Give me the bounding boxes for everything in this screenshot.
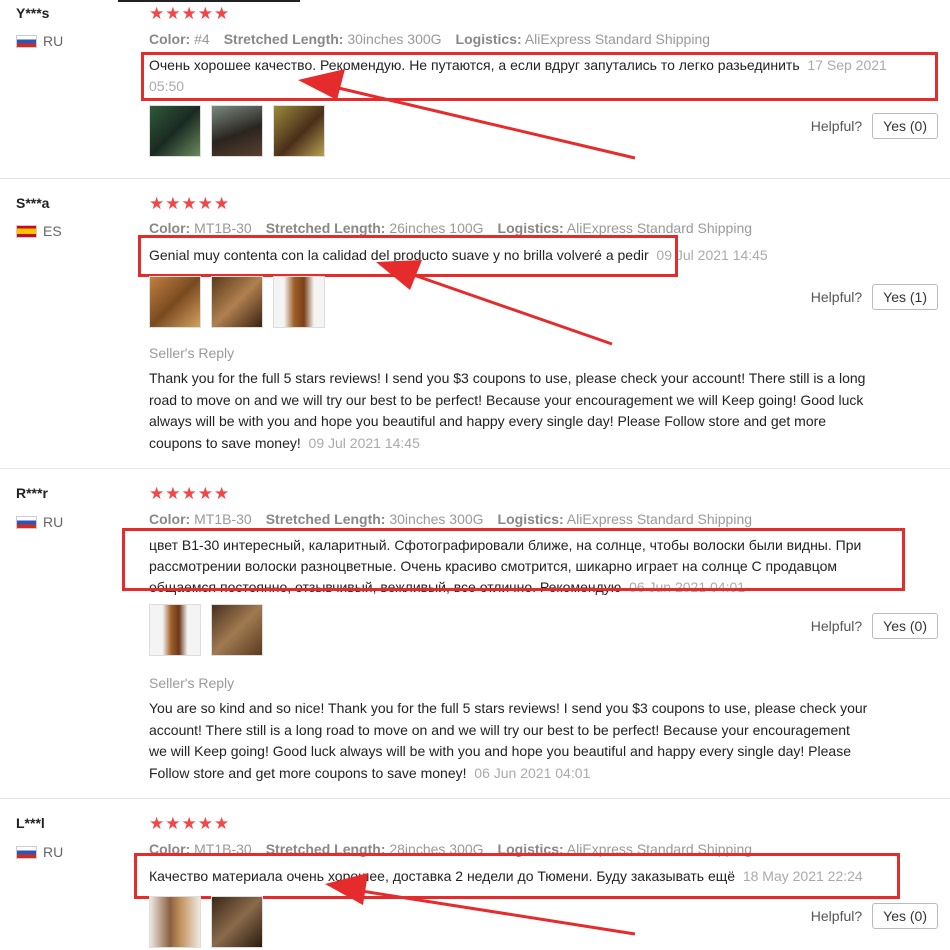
helpful-section: Helpful? Yes (0) [811, 903, 938, 929]
review-photo-thumbnail[interactable] [211, 604, 263, 656]
annotation-arrows [298, 69, 636, 936]
review-divider [0, 468, 950, 469]
review-photo-thumbnail[interactable] [211, 896, 263, 948]
reviewer-name: R***r [16, 485, 48, 501]
helpful-section: Helpful? Yes (0) [811, 113, 938, 139]
reviewer-name: S***a [16, 195, 50, 211]
helpful-section: Helpful? Yes (1) [811, 284, 938, 310]
review-photo-thumbnail[interactable] [273, 105, 325, 157]
review-photo-thumbnail[interactable] [211, 276, 263, 328]
review-photo-thumbnail[interactable] [149, 604, 201, 656]
helpful-yes-button[interactable]: Yes (0) [872, 113, 938, 139]
review-attributes: Color: #4 Stretched Length: 30inches 300G… [149, 31, 710, 47]
reviewer-country: RU [16, 33, 63, 49]
star-rating: ★★★★★ [149, 484, 231, 503]
seller-reply-text: Thank you for the full 5 stars reviews! … [149, 368, 869, 454]
photo-gallery [149, 604, 263, 656]
review-photo-thumbnail[interactable] [273, 276, 325, 328]
russia-flag-icon [16, 845, 37, 859]
star-rating: ★★★★★ [149, 4, 231, 23]
spain-flag-icon [16, 224, 37, 238]
highlight-box [141, 52, 938, 101]
review-divider [0, 178, 950, 179]
length-label: Stretched Length: [265, 511, 386, 527]
review-photo-thumbnail[interactable] [149, 276, 201, 328]
photo-gallery [149, 276, 325, 328]
review-photo-thumbnail[interactable] [149, 105, 201, 157]
reviewer-name: L***l [16, 815, 45, 831]
seller-reply-text: You are so kind and so nice! Thank you f… [149, 698, 869, 784]
length-label: Stretched Length: [223, 31, 344, 47]
color-value: #4 [194, 31, 210, 47]
country-code: RU [43, 33, 64, 49]
seller-reply-body: Thank you for the full 5 stars reviews! … [149, 370, 866, 451]
reviewer-country: ES [16, 223, 62, 239]
length-value: 30inches 300G [347, 31, 442, 47]
highlight-box [134, 853, 900, 899]
color-label: Color: [149, 220, 191, 236]
russia-flag-icon [16, 34, 37, 48]
color-value: MT1B-30 [194, 220, 252, 236]
length-value: 30inches 300G [389, 511, 484, 527]
star-rating: ★★★★★ [149, 814, 231, 833]
helpful-label: Helpful? [810, 908, 863, 924]
logistics-value: AliExpress Standard Shipping [524, 31, 711, 47]
seller-reply-title: Seller's Reply [149, 675, 235, 691]
length-label: Stretched Length: [265, 220, 386, 236]
logistics-value: AliExpress Standard Shipping [566, 220, 753, 236]
color-label: Color: [149, 511, 191, 527]
country-code: RU [43, 844, 64, 860]
length-value: 26inches 100G [389, 220, 484, 236]
helpful-label: Helpful? [810, 118, 863, 134]
review-photo-thumbnail[interactable] [211, 105, 263, 157]
seller-reply-title: Seller's Reply [149, 345, 235, 361]
seller-reply-date: 09 Jul 2021 14:45 [308, 434, 420, 451]
photo-gallery [149, 896, 263, 948]
country-code: RU [43, 514, 64, 530]
reviewer-country: RU [16, 844, 63, 860]
active-tab-indicator [118, 0, 300, 2]
photo-gallery [149, 105, 325, 157]
seller-reply-date: 06 Jun 2021 04:01 [474, 764, 591, 781]
helpful-yes-button[interactable]: Yes (0) [872, 903, 938, 929]
star-rating: ★★★★★ [149, 194, 231, 213]
logistics-label: Logistics: [497, 511, 564, 527]
color-value: MT1B-30 [194, 511, 252, 527]
helpful-label: Helpful? [810, 289, 863, 305]
review-attributes: Color: MT1B-30 Stretched Length: 26inches… [149, 220, 752, 236]
helpful-yes-button[interactable]: Yes (1) [872, 284, 938, 310]
review-photo-thumbnail[interactable] [149, 896, 201, 948]
highlight-box [138, 235, 678, 277]
helpful-section: Helpful? Yes (0) [811, 613, 938, 639]
russia-flag-icon [16, 515, 37, 529]
logistics-label: Logistics: [455, 31, 522, 47]
review-divider [0, 798, 950, 799]
logistics-value: AliExpress Standard Shipping [566, 511, 753, 527]
review-attributes: Color: MT1B-30 Stretched Length: 30inches… [149, 511, 752, 527]
highlight-box [122, 528, 905, 591]
logistics-label: Logistics: [497, 220, 564, 236]
helpful-label: Helpful? [810, 618, 863, 634]
reviewer-country: RU [16, 514, 63, 530]
color-label: Color: [149, 31, 191, 47]
helpful-yes-button[interactable]: Yes (0) [872, 613, 938, 639]
reviewer-name: Y***s [16, 5, 50, 21]
country-code: ES [43, 223, 62, 239]
